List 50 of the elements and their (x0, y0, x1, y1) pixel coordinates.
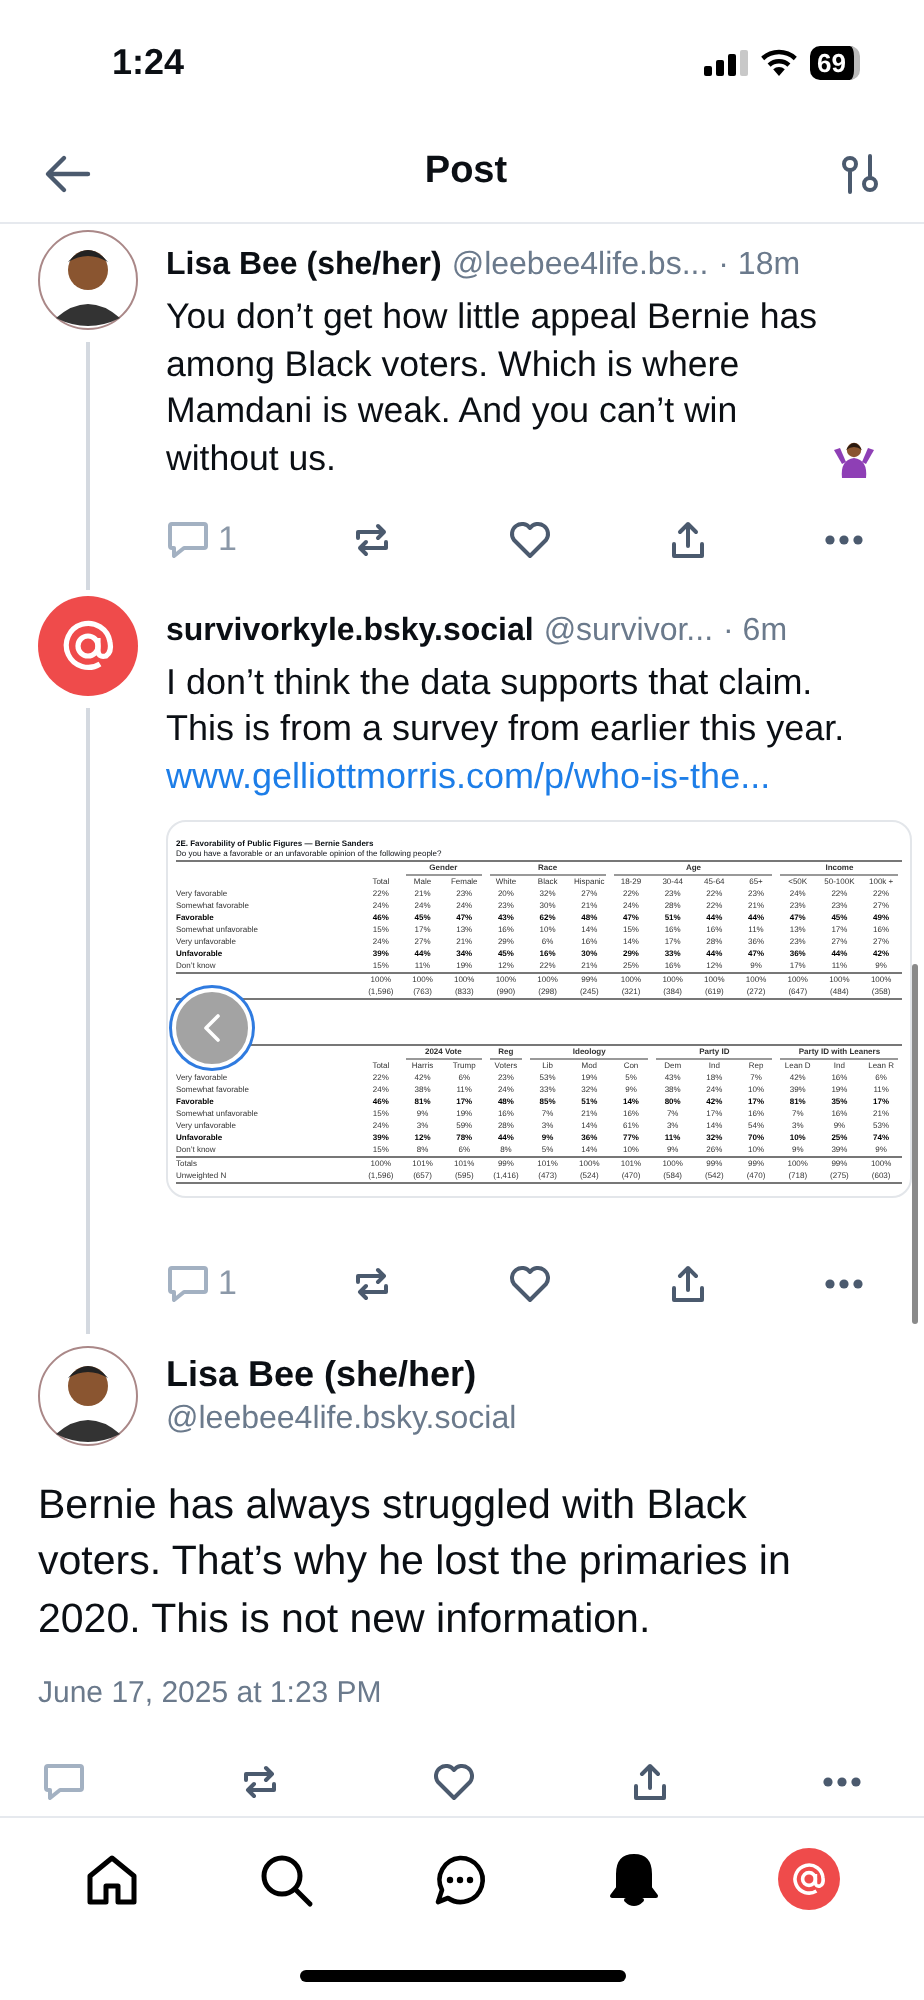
document-image[interactable] (166, 820, 912, 1198)
user-handle[interactable]: @leebee4life.bsky.social (166, 1397, 517, 1441)
battery-indicator: 69 (809, 45, 860, 79)
signal-icon (703, 49, 748, 75)
heart-icon[interactable] (508, 1263, 553, 1304)
previous-button[interactable] (172, 988, 252, 1068)
heart-icon[interactable] (508, 519, 553, 560)
chat-icon[interactable] (432, 1851, 489, 1907)
more-icon[interactable] (823, 1277, 864, 1290)
author-name[interactable]: Lisa Bee (she/her) (166, 242, 442, 290)
page-title: Post (424, 148, 508, 197)
speech-bubble-icon (166, 1263, 210, 1304)
repost-icon[interactable] (352, 1263, 393, 1304)
reply-button[interactable]: 1 (166, 1258, 237, 1309)
share-icon[interactable] (668, 1263, 709, 1304)
more-icon[interactable] (822, 1775, 862, 1787)
user-handle[interactable]: @survivor... (543, 607, 714, 655)
share-icon[interactable] (668, 519, 709, 560)
reply-button[interactable]: 1 (166, 514, 237, 565)
bell-icon[interactable] (607, 1851, 660, 1907)
link[interactable]: www.gelliottmorris.com/p/who-is-the... (166, 755, 771, 795)
post-text: You don’t get how little appeal Bernie has among Black voters. Which is where Mamdani is weak. And you can’t win without us. (166, 294, 820, 481)
share-icon[interactable] (629, 1761, 669, 1801)
avatar (38, 230, 138, 330)
avatar (38, 595, 138, 695)
post-date: June 17, 2025 at 1:23 PM (38, 1674, 384, 1714)
more-icon[interactable] (823, 533, 864, 546)
repost-icon[interactable] (239, 1761, 279, 1801)
search-icon[interactable] (258, 1851, 315, 1907)
profile-avatar[interactable] (778, 1848, 841, 1910)
post-text: Bernie has always struggled with Black voters. That’s why he lost the primaries in 2020. This is not new information. (38, 1479, 793, 1645)
shrugging-figure-icon (832, 438, 876, 478)
author-name[interactable]: survivorkyle.bsky.social (166, 607, 534, 655)
post-time: · 18m (718, 246, 801, 286)
clock-time: 1:24 (112, 39, 185, 85)
author-name[interactable]: Lisa Bee (she/her) (166, 1349, 517, 1397)
settings-icon[interactable] (840, 151, 880, 195)
home-icon[interactable] (83, 1851, 140, 1907)
chevron-left-icon (202, 1012, 222, 1044)
repost-icon[interactable] (352, 519, 393, 560)
avatar (38, 1345, 138, 1445)
wifi-icon (759, 48, 798, 76)
post-text: I don’t think the data supports that claim. This is from a survey from earlier this year. (166, 661, 845, 748)
speech-bubble-icon (166, 519, 210, 560)
speech-bubble-icon (42, 1761, 86, 1801)
post-time: · 6m (723, 611, 788, 651)
heart-icon[interactable] (432, 1761, 476, 1801)
scrollbar[interactable] (912, 964, 918, 1324)
back-arrow-icon[interactable] (44, 153, 92, 193)
user-handle[interactable]: @leebee4life.bs... (451, 242, 709, 290)
